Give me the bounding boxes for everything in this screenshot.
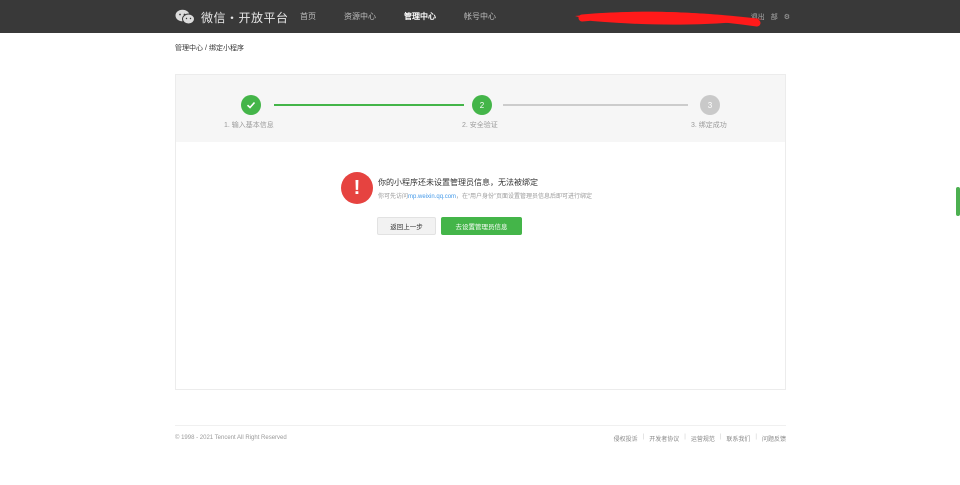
step-connector-1: [274, 104, 464, 106]
copyright-text: © 1998 - 2021 Tencent All Right Reserved: [175, 435, 287, 441]
step-3-label: 3. 绑定成功: [691, 122, 727, 129]
settings-icon[interactable]: ⚙: [784, 13, 790, 21]
footer-link-feedback[interactable]: 问题反馈: [762, 434, 786, 443]
footer-link-contact[interactable]: 联系我们: [726, 434, 750, 443]
nav-management-center[interactable]: 管理中心: [404, 11, 436, 22]
footer-link-operation-rules[interactable]: 运营规范: [691, 434, 715, 443]
footer-link-infringement[interactable]: 侵权投诉: [614, 434, 638, 443]
redaction-mark: [575, 11, 762, 27]
main-nav: 首页 资源中心 管理中心 帐号中心: [300, 0, 524, 33]
breadcrumb-current: 绑定小程序: [208, 45, 244, 52]
brand-name: 微信・开放平台: [201, 10, 289, 25]
step-3-indicator: 3: [700, 95, 720, 115]
mp-weixin-link[interactable]: mp.weixin.qq.com: [408, 194, 456, 200]
alert-desc-suffix: ，在“用户身份”页面设置管理员信息后即可进行绑定: [456, 193, 593, 200]
bind-miniprogram-card: 2 3 1. 输入基本信息 2. 安全验证 3. 绑定成功 ! 你的小程序还未设…: [175, 74, 786, 390]
alert-title: 你的小程序还未设置管理员信息，无法被绑定: [378, 177, 538, 187]
top-navigation-bar: 微信・开放平台 首页 资源中心 管理中心 帐号中心 退出 部 ⚙: [0, 0, 960, 33]
alert-description: 你可先访问mp.weixin.qq.com，在“用户身份”页面设置管理员信息后即…: [378, 191, 592, 200]
progress-steps: 2 3 1. 输入基本信息 2. 安全验证 3. 绑定成功: [176, 75, 785, 142]
footer-links: 侵权投诉 | 开发者协议 | 运营规范 | 联系我们 | 问题反馈: [613, 434, 786, 443]
back-button[interactable]: 返回上一步: [377, 217, 436, 235]
step-1-label: 1. 输入基本信息: [224, 122, 274, 129]
wechat-icon: [175, 9, 195, 25]
alert-desc-prefix: 你可先访问: [378, 193, 409, 200]
breadcrumb-parent[interactable]: 管理中心: [175, 45, 203, 52]
nav-account-center[interactable]: 帐号中心: [464, 11, 496, 22]
step-1-check-icon: [241, 95, 261, 115]
scroll-indicator[interactable]: [956, 187, 960, 216]
warning-icon: !: [341, 172, 373, 204]
breadcrumb-separator: /: [205, 45, 207, 52]
step-2-label: 2. 安全验证: [462, 122, 498, 129]
breadcrumb: 管理中心 / 绑定小程序: [175, 43, 244, 53]
brand-logo[interactable]: 微信・开放平台: [175, 8, 289, 26]
footer-divider: [175, 425, 786, 426]
step-connector-2: [503, 104, 688, 106]
nav-resource-center[interactable]: 资源中心: [344, 11, 376, 22]
admin-missing-alert: ! 你的小程序还未设置管理员信息，无法被绑定 你可先访问mp.weixin.qq…: [341, 172, 592, 204]
footer-link-developer-agreement[interactable]: 开发者协议: [649, 434, 679, 443]
step-2-indicator: 2: [472, 95, 492, 115]
user-info[interactable]: 部: [771, 12, 778, 22]
set-admin-button[interactable]: 去设置管理员信息: [441, 217, 522, 235]
nav-home[interactable]: 首页: [300, 11, 316, 22]
